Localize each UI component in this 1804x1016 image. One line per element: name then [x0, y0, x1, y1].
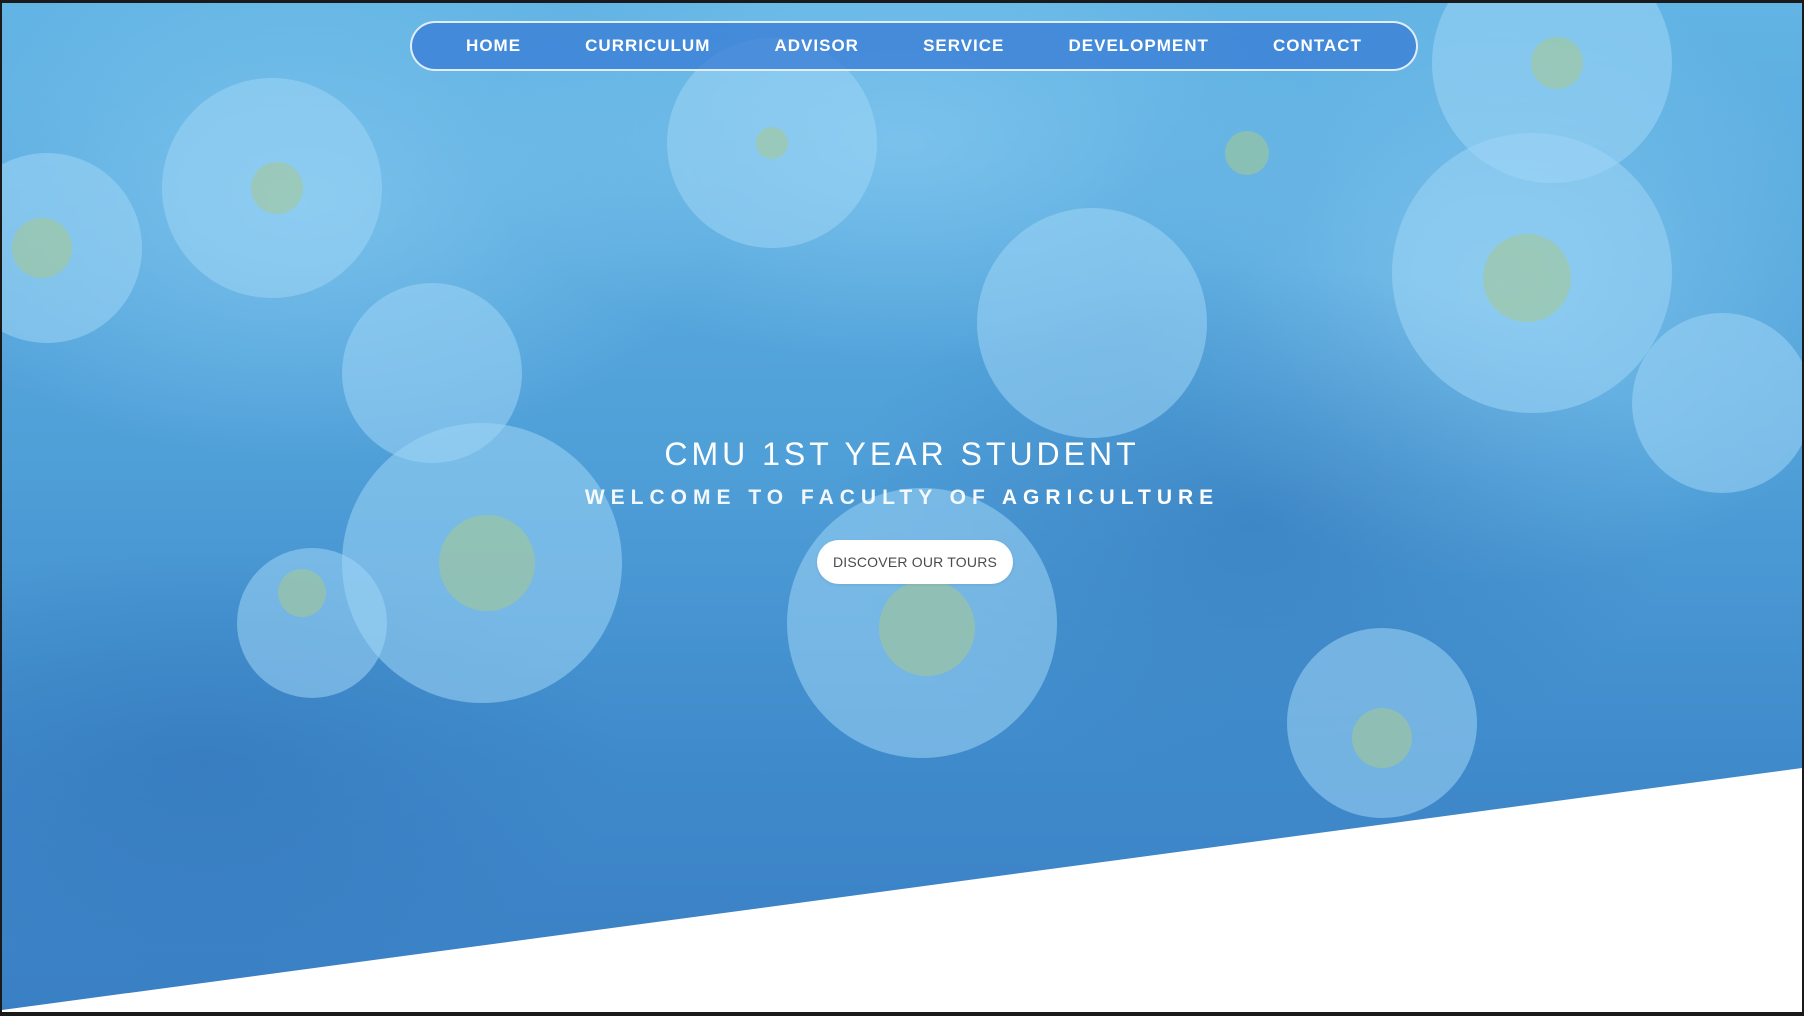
nav-development[interactable]: DEVELOPMENT	[1069, 36, 1209, 56]
discover-tours-button[interactable]: DISCOVER OUR TOURS	[817, 540, 1013, 584]
nav-curriculum[interactable]: CURRICULUM	[585, 36, 710, 56]
top-navbar: HOME CURRICULUM ADVISOR SERVICE DEVELOPM…	[410, 21, 1418, 71]
hero-subtitle-emphasis: AGRICULTURE	[1001, 486, 1220, 509]
hero-section: HOME CURRICULUM ADVISOR SERVICE DEVELOPM…	[2, 3, 1802, 1010]
nav-contact[interactable]: CONTACT	[1273, 36, 1362, 56]
hero-title: CMU 1ST YEAR STUDENT	[664, 436, 1140, 472]
nav-service[interactable]: SERVICE	[923, 36, 1004, 56]
nav-advisor[interactable]: ADVISOR	[774, 36, 858, 56]
nav-home[interactable]: HOME	[466, 36, 521, 56]
hero-subtitle: WELCOME TO FACULTY OF AGRICULTURE	[2, 486, 1802, 510]
hero-subtitle-lead: WELCOME TO FACULTY OF	[584, 486, 1002, 509]
page: HOME CURRICULUM ADVISOR SERVICE DEVELOPM…	[2, 3, 1802, 1012]
